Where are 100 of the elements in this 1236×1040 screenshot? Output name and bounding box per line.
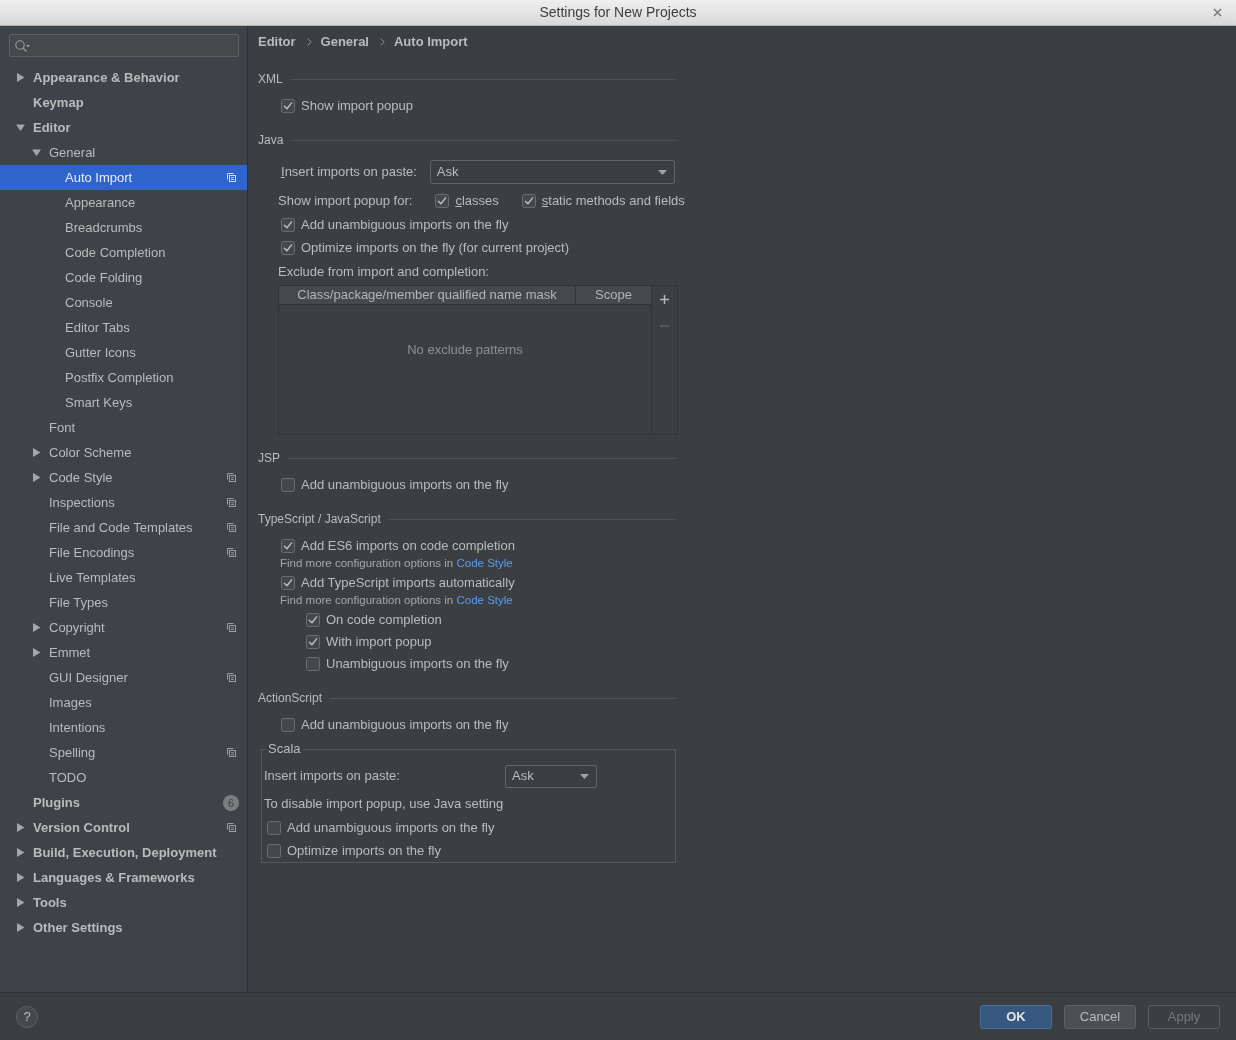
- caret-right-icon[interactable]: [16, 823, 25, 832]
- tree-item[interactable]: Languages & Frameworks: [0, 865, 247, 890]
- tree-item[interactable]: Editor Tabs: [0, 315, 247, 340]
- group-title: Scala: [267, 741, 302, 757]
- checkbox[interactable]: [281, 98, 295, 113]
- section-title: XML: [258, 71, 283, 87]
- tree-item[interactable]: Tools: [0, 890, 247, 915]
- caret-right-icon[interactable]: [16, 73, 25, 82]
- checkbox[interactable]: [306, 635, 320, 649]
- tree-item[interactable]: Color Scheme: [0, 440, 247, 465]
- checkbox[interactable]: [281, 240, 295, 255]
- checkbox-label: Add unambiguous imports on the fly: [301, 476, 509, 493]
- dialog-button[interactable]: Cancel: [1064, 1004, 1136, 1029]
- checkbox-label: Show import popup: [301, 97, 413, 114]
- settings-link[interactable]: Code Style: [456, 594, 513, 607]
- caret-right-icon[interactable]: [32, 623, 41, 632]
- tree-item[interactable]: Plugins 6: [0, 790, 247, 815]
- caret-right-icon[interactable]: [16, 898, 25, 907]
- tree-item[interactable]: File and Code Templates: [0, 515, 247, 540]
- tree-item[interactable]: Postfix Completion: [0, 365, 247, 390]
- tree-item[interactable]: Inspections: [0, 490, 247, 515]
- checkbox[interactable]: [281, 717, 295, 732]
- dropdown[interactable]: Ask: [429, 160, 675, 184]
- section-title: TypeScript / JavaScript: [258, 511, 381, 527]
- tree-item[interactable]: Smart Keys: [0, 390, 247, 415]
- checkbox-label: Add TypeScript imports automatically: [301, 574, 515, 591]
- caret-right-icon[interactable]: [16, 873, 25, 882]
- checkbox-label: With import popup: [326, 634, 432, 650]
- checkbox-label: Optimize imports on the fly: [287, 842, 441, 859]
- caret-right-icon[interactable]: [16, 848, 25, 857]
- checkbox[interactable]: [306, 613, 320, 627]
- checkbox[interactable]: [281, 575, 295, 590]
- tree-item[interactable]: GUI Designer: [0, 665, 247, 690]
- count-badge: 6: [223, 794, 239, 811]
- empty-table-text: No exclude patterns: [407, 342, 523, 358]
- tree-item[interactable]: Keymap: [0, 90, 247, 115]
- checkbox[interactable]: [267, 820, 281, 835]
- tree-item[interactable]: Version Control: [0, 815, 247, 840]
- checkbox-label: Add unambiguous imports on the fly: [287, 819, 495, 836]
- tree-item[interactable]: Editor: [0, 115, 247, 140]
- tree-item[interactable]: Build, Execution, Deployment: [0, 840, 247, 865]
- section-title: ActionScript: [258, 690, 323, 706]
- search-field[interactable]: [9, 34, 239, 57]
- checkbox[interactable]: [281, 538, 295, 553]
- caret-down-icon: [580, 773, 589, 779]
- checkbox[interactable]: [521, 194, 536, 208]
- checkbox-label: classes: [455, 193, 499, 209]
- close-icon[interactable]: [1213, 8, 1222, 17]
- tree-item[interactable]: Appearance & Behavior: [0, 65, 247, 90]
- window-title: Settings for New Projects: [539, 4, 697, 21]
- label-text: Exclude from import and completion:: [278, 263, 489, 280]
- tree-item[interactable]: TODO: [0, 765, 247, 790]
- tree-item[interactable]: Console: [0, 290, 247, 315]
- checkbox[interactable]: [306, 657, 320, 671]
- caret-right-icon[interactable]: [32, 448, 41, 457]
- hint-text: Find more configuration options in Code Style: [280, 557, 513, 571]
- breadcrumb-item[interactable]: General: [320, 34, 369, 50]
- tree-item[interactable]: Live Templates: [0, 565, 247, 590]
- tree-item[interactable]: Auto Import: [0, 165, 247, 190]
- column-header[interactable]: Scope: [576, 286, 651, 304]
- checkbox-label: Add unambiguous imports on the fly: [301, 716, 509, 733]
- dropdown[interactable]: Ask: [505, 764, 597, 788]
- section-title: Java: [258, 132, 284, 148]
- checkbox-label: On code completion: [326, 612, 442, 628]
- checkbox[interactable]: [281, 217, 295, 232]
- settings-link[interactable]: Code Style: [456, 557, 513, 570]
- tree-item[interactable]: General: [0, 140, 247, 165]
- tree-item[interactable]: Code Completion: [0, 240, 247, 265]
- tree-item[interactable]: Breadcrumbs: [0, 215, 247, 240]
- section-title: JSP: [258, 450, 280, 466]
- tree-item[interactable]: Images: [0, 690, 247, 715]
- caret-right-icon[interactable]: [16, 923, 25, 932]
- checkbox[interactable]: [281, 477, 295, 492]
- caret-down-icon[interactable]: [16, 123, 25, 132]
- help-button[interactable]: ?: [16, 1005, 38, 1028]
- field-label: Show import popup for:: [278, 193, 413, 209]
- tree-item[interactable]: Copyright: [0, 615, 247, 640]
- tree-item[interactable]: Code Folding: [0, 265, 247, 290]
- column-header[interactable]: Class/package/member qualified name mask: [279, 286, 576, 304]
- caret-right-icon[interactable]: [32, 473, 41, 482]
- chevron-right-icon: [306, 38, 312, 46]
- tree-item[interactable]: File Types: [0, 590, 247, 615]
- tree-item[interactable]: Code Style: [0, 465, 247, 490]
- add-icon[interactable]: [660, 295, 669, 304]
- tree-item[interactable]: Other Settings: [0, 915, 247, 940]
- tree-item[interactable]: Gutter Icons: [0, 340, 247, 365]
- caret-right-icon[interactable]: [32, 648, 41, 657]
- checkbox[interactable]: [435, 194, 450, 208]
- tree-item[interactable]: File Encodings: [0, 540, 247, 565]
- search-icon: [15, 39, 30, 52]
- checkbox-label: Optimize imports on the fly (for current project): [301, 239, 570, 256]
- breadcrumb-item[interactable]: Editor: [258, 34, 296, 50]
- checkbox[interactable]: [267, 843, 281, 858]
- dialog-button[interactable]: OK: [980, 1004, 1052, 1029]
- tree-item[interactable]: Spelling: [0, 740, 247, 765]
- tree-item[interactable]: Font: [0, 415, 247, 440]
- caret-down-icon[interactable]: [32, 148, 41, 157]
- tree-item[interactable]: Intentions: [0, 715, 247, 740]
- tree-item[interactable]: Appearance: [0, 190, 247, 215]
- tree-item[interactable]: Emmet: [0, 640, 247, 665]
